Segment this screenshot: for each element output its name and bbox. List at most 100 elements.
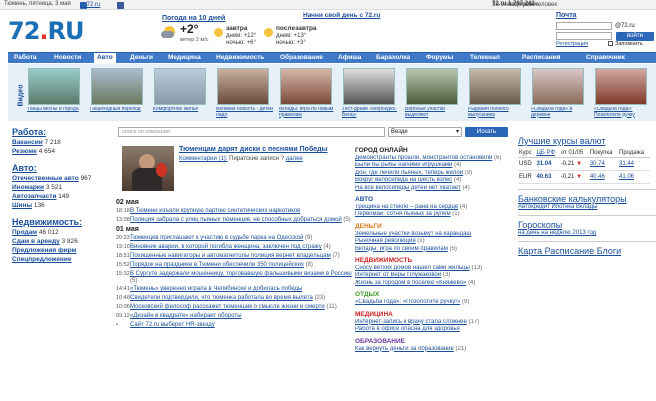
video-caption[interactable]: Великая новость - детей надо <box>216 107 276 119</box>
start-day-link[interactable]: Начни свой день с 72.ru <box>303 12 380 19</box>
mail-title[interactable]: Почта <box>556 12 656 19</box>
news-item[interactable]: 19:10 Виновник аварии, в которой погибла … <box>116 244 352 251</box>
section-title-rabota[interactable]: Работа: <box>12 127 118 137</box>
video-thumb[interactable] <box>343 68 395 105</box>
rubric-item[interactable]: Первомай: сотня пьяных за рулем (1) <box>355 211 513 218</box>
video-caption[interactable]: Рыдания полного выпускника <box>468 107 528 119</box>
news-item[interactable]: 15:32 В Сургуте задержали мошенницу, торг… <box>116 271 352 284</box>
rubric-item[interactable]: Интернет от Веры Плужаковой (3) <box>355 272 513 279</box>
video-caption[interactable]: Танцы весны и города <box>27 107 87 119</box>
classified-row[interactable]: Иномарки 3 521 <box>12 183 118 192</box>
news-item[interactable]: 10:06 Московский философ расскажет тюменц… <box>116 304 352 311</box>
classified-row[interactable]: Сдам в аренду 3 826 <box>12 237 118 246</box>
weather-title[interactable]: Погода на 10 дней <box>162 15 225 22</box>
news-item[interactable]: 18:18 В Тюмени изъяли крупную партию синт… <box>116 208 352 215</box>
password-field[interactable] <box>556 32 612 40</box>
section-title-nedvizhimost[interactable]: Недвижимость: <box>12 217 118 227</box>
search-input[interactable]: поиск по компании <box>118 127 385 137</box>
rubric-item[interactable]: Вклады: игра по своим правилам (5) <box>355 246 513 253</box>
classified-row[interactable]: Предложения фирм <box>12 246 118 255</box>
rubric-title[interactable]: АВТО <box>355 196 513 203</box>
remember-checkbox[interactable]: Запомнить <box>608 41 643 47</box>
video-thumb[interactable] <box>595 68 647 105</box>
nav-item-rabota[interactable]: Работа <box>14 54 37 61</box>
nav-item-dengi[interactable]: Деньги <box>130 54 153 61</box>
rubric-title[interactable]: ОБРАЗОВАНИЕ <box>355 338 513 345</box>
video-thumb[interactable] <box>91 68 143 105</box>
classified-row[interactable]: Вакансии 7 218 <box>12 138 118 147</box>
video-thumb[interactable] <box>217 68 269 105</box>
video-thumb[interactable] <box>154 68 206 105</box>
video-caption[interactable]: «Свадьба года»: Позолотите ручку <box>594 107 654 119</box>
nav-item-nedvizhimost[interactable]: Недвижимость <box>216 54 264 61</box>
video-caption[interactable]: Комфортное жилье <box>153 107 213 119</box>
nav-item-baraholka[interactable]: Барахолка <box>376 54 410 61</box>
facebook-icon[interactable] <box>117 2 124 9</box>
nav-item-medicina[interactable]: Медицина <box>168 54 201 61</box>
rubric-item[interactable]: «Свадьба года»: «Позолотите ручку!» (9) <box>355 299 513 306</box>
classified-row[interactable]: Резюме 4 654 <box>12 147 118 156</box>
rubric-item[interactable]: Демонстранты прошли, монстрантов останов… <box>355 155 513 162</box>
rubric-item[interactable]: Жизнь за городом в поселке «Княжево» (4) <box>355 280 513 287</box>
rubric-item[interactable]: Рыночная революция (1) <box>355 238 513 245</box>
news-item[interactable]: 15:52 Порядок на празднике в Тюмени обесп… <box>116 262 352 269</box>
username-field[interactable] <box>556 22 612 30</box>
nav-item-afisha[interactable]: Афиша <box>338 54 361 61</box>
nav-item-avto[interactable]: Авто <box>94 53 116 63</box>
rubric-title[interactable]: ДЕНЬГИ <box>355 223 513 230</box>
nav-item-spravochnik[interactable]: Справочник <box>586 54 625 61</box>
classified-row[interactable]: Спецпредложение <box>12 255 118 264</box>
checkbox-icon[interactable] <box>608 41 613 46</box>
bottom-links[interactable]: Карта Расписание Блоги <box>518 246 656 256</box>
rubric-item[interactable]: Были бы рыбы нагкими игрушками (4) <box>355 162 513 169</box>
news-item[interactable]: 14:41 «Тюмень» уверенно играла в Челябинс… <box>116 286 352 293</box>
horoscope-title[interactable]: Гороскопы <box>518 220 656 230</box>
news-item[interactable]: 10:48 Свидетели подтвердили, что тюменка … <box>116 295 352 302</box>
featured-title[interactable]: Тюменцам дарят диски с песнями Победы <box>179 146 328 153</box>
rates-title[interactable]: Лучшие курсы валют <box>518 136 656 146</box>
classified-row[interactable]: Автозапчасти 149 <box>12 192 118 201</box>
nav-item-forumy[interactable]: Форумы <box>426 54 453 61</box>
video-label[interactable]: Видео <box>18 81 25 111</box>
video-caption[interactable]: Тест-драйв «Мерседес-Бенц» <box>342 107 402 119</box>
horoscope-links[interactable]: на день на неделю 2013 год <box>518 230 656 236</box>
login-button[interactable]: войти <box>616 32 654 41</box>
nav-item-obrazovanie[interactable]: Образование <box>280 54 323 61</box>
video-caption[interactable]: Вклады: игра по новым правилам <box>279 107 339 119</box>
classified-row[interactable]: Продам 46 012 <box>12 228 118 237</box>
search-scope-select[interactable]: Везде <box>388 127 462 137</box>
rubric-title[interactable]: ОТДЫХ <box>355 291 513 298</box>
rubric-title[interactable]: ГОРОД ОНЛАЙН <box>355 147 513 154</box>
site-logo[interactable]: 72.RU <box>8 17 84 45</box>
news-item[interactable]: 18:51 Похищенные навигаторы и автомагнито… <box>116 253 352 260</box>
video-caption[interactable]: Вербные участки выделяют <box>405 107 465 119</box>
register-link[interactable]: Регистрация <box>556 41 588 47</box>
nav-item-telekanal[interactable]: Телекнал <box>470 54 500 61</box>
news-item[interactable]: 13:08 Полиция забрала с улиц пьяных тюмен… <box>116 217 352 224</box>
rubric-item[interactable]: Сносу ветхих домов нашел сами жильцы (13… <box>355 265 513 272</box>
rubric-item[interactable]: На все велосипеды детей нет хватает (4) <box>355 185 513 192</box>
rubric-item[interactable]: Трещина на стекле – рана на сердце (4) <box>355 204 513 211</box>
rubric-item[interactable]: Интернет-запись к врачу стала сложнее (1… <box>355 319 513 326</box>
rubric-title[interactable]: МЕДИЦИНА <box>355 311 513 318</box>
calculators-links[interactable]: Автокредит Ипотека Вклады <box>518 204 656 210</box>
section-title-avto[interactable]: Авто: <box>12 163 118 173</box>
news-item[interactable]: 20:23 Тюменцев приглашают к участию в суд… <box>116 235 352 242</box>
video-thumb[interactable] <box>280 68 332 105</box>
rubric-item[interactable]: Работа в офисе опасна для здоровья <box>355 326 513 333</box>
news-item[interactable]: 09:12 «Дизайн в квадрате» набирает оборот… <box>116 313 352 320</box>
video-thumb[interactable] <box>469 68 521 105</box>
rubric-item[interactable]: Дон, где лечили пьяных, теперь жилой (9) <box>355 170 513 177</box>
rubric-item[interactable]: Земельные участки возьмут на карандаш <box>355 231 513 238</box>
video-thumb[interactable] <box>28 68 80 105</box>
rubric-item[interactable]: Как вернуть деньги за образование (21) <box>355 346 513 353</box>
video-caption[interactable]: «Свадьба года» в деревне <box>531 107 591 119</box>
search-button[interactable]: Искать <box>465 127 508 137</box>
classified-row[interactable]: Шины 136 <box>12 201 118 210</box>
calculators-title[interactable]: Банковские калькуляторы <box>518 194 656 204</box>
video-caption[interactable]: Пешеходный переход <box>90 107 150 119</box>
rubric-title[interactable]: НЕДВИЖИМОСТЬ <box>355 257 513 264</box>
rubric-item[interactable]: Вокруг велосипеда на шесть колес (4) <box>355 177 513 184</box>
nav-item-raspisaniya[interactable]: Расписания <box>522 54 560 61</box>
featured-image[interactable] <box>122 146 174 191</box>
